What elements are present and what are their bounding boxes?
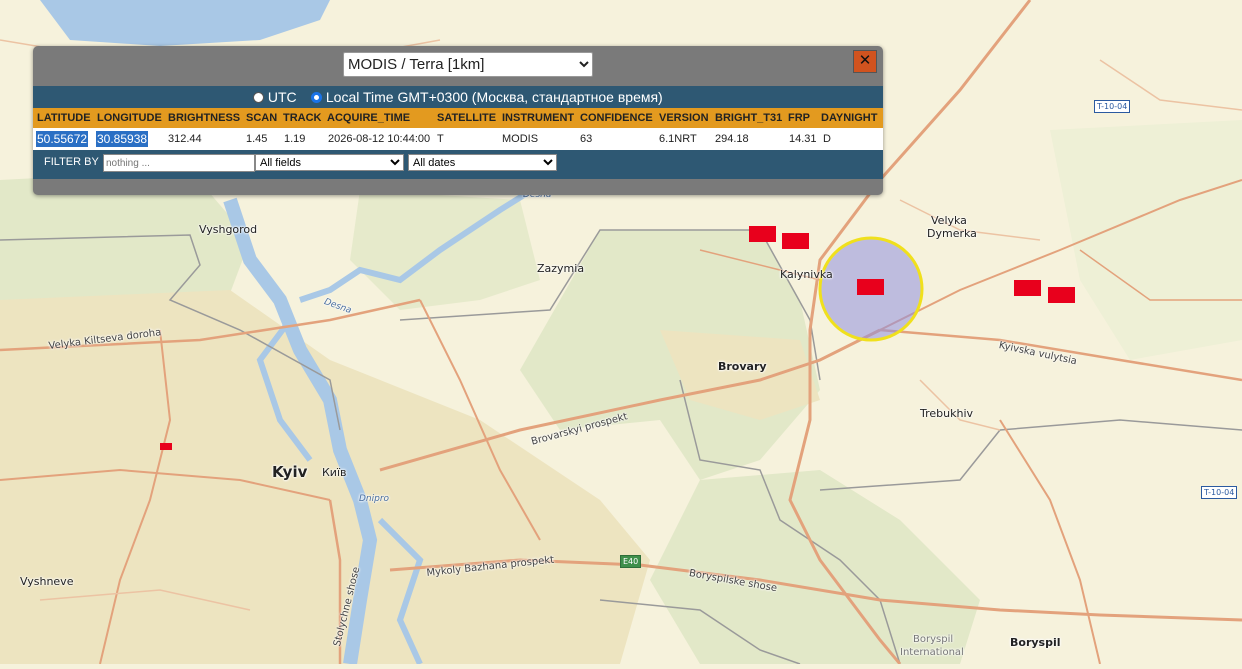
place-label-brovary: Brovary <box>718 360 767 373</box>
cell-satellite: T <box>437 133 444 145</box>
hotspot-marker[interactable] <box>1014 280 1041 296</box>
utc-label: UTC <box>267 89 297 105</box>
filter-bar: FILTER BY All fields All dates <box>33 150 883 179</box>
filter-label: FILTER BY <box>44 156 99 168</box>
radio-off-icon <box>253 92 264 103</box>
col-header[interactable]: LATITUDE <box>37 112 91 124</box>
cell-bright-t31: 294.18 <box>715 133 749 145</box>
utc-radio[interactable]: UTC <box>253 89 297 105</box>
hotspot-marker[interactable] <box>749 226 776 242</box>
col-header[interactable]: DAYNIGHT <box>821 112 877 124</box>
timezone-bar: UTC Local Time GMT+0300 (Москва, стандар… <box>33 86 883 108</box>
cell-frp: 14.31 <box>789 133 817 145</box>
place-label-vyshneve: Vyshneve <box>20 575 74 588</box>
place-label-kyiv: Kyiv <box>272 463 308 481</box>
fire-detection-popup: MODIS / Terra [1km] ✕ UTC Local Time GMT… <box>33 46 883 195</box>
filter-input[interactable] <box>103 154 255 172</box>
date-select[interactable]: All dates <box>408 154 557 171</box>
cell-longitude: 30.85938 <box>96 131 149 147</box>
cell-instrument: MODIS <box>502 133 539 145</box>
col-header[interactable]: VERSION <box>659 112 709 124</box>
col-header[interactable]: INSTRUMENT <box>502 112 574 124</box>
cell-version: 6.1NRT <box>659 133 697 145</box>
col-header[interactable]: LONGITUDE <box>97 112 162 124</box>
place-label-trebukhiv: Trebukhiv <box>920 407 974 420</box>
local-time-radio[interactable]: Local Time GMT+0300 (Москва, стандартное… <box>311 89 663 105</box>
place-label-kalynivka: Kalynivka <box>780 268 833 281</box>
col-header[interactable]: CONFIDENCE <box>580 112 653 124</box>
close-button[interactable]: ✕ <box>853 50 877 73</box>
cell-scan: 1.45 <box>246 133 268 145</box>
satellite-select[interactable]: MODIS / Terra [1km] <box>343 52 593 77</box>
cell-daynight: D <box>823 133 831 145</box>
cell-confidence: 63 <box>580 133 593 145</box>
col-header[interactable]: FRP <box>788 112 810 124</box>
place-label-airport: Boryspil <box>913 634 954 645</box>
place-label-velyka: Velyka <box>931 214 967 227</box>
cell-acquire-time: 2026-08-12 10:44:00 <box>328 133 431 145</box>
hotspot-marker[interactable] <box>782 233 809 249</box>
hotspot-marker-selected[interactable] <box>857 279 884 295</box>
radio-on-icon <box>311 92 322 103</box>
field-select[interactable]: All fields <box>255 154 404 171</box>
hotspot-marker[interactable] <box>1048 287 1075 303</box>
col-header[interactable]: ACQUIRE_TIME <box>327 112 410 124</box>
col-header[interactable]: SATELLITE <box>437 112 496 124</box>
place-label-zazymia: Zazymia <box>537 262 585 275</box>
place-label-kyiv-local: Київ <box>322 466 347 479</box>
cell-brightness: 312.44 <box>168 133 202 145</box>
table-header: LATITUDE LONGITUDE BRIGHTNESS SCAN TRACK… <box>33 108 883 128</box>
place-label-vyshgorod: Vyshgorod <box>199 223 258 236</box>
col-header[interactable]: BRIGHTNESS <box>168 112 240 124</box>
hotspot-marker[interactable] <box>160 443 172 450</box>
road-shield-e40: E40 <box>620 555 642 568</box>
place-label-airport: International <box>900 647 964 658</box>
cell-latitude: 50.55672 <box>36 131 89 147</box>
col-header[interactable]: BRIGHT_T31 <box>715 112 782 124</box>
local-time-label: Local Time GMT+0300 (Москва, стандартное… <box>325 89 663 105</box>
col-header[interactable]: SCAN <box>246 112 277 124</box>
road-shield: T-10-04 <box>1094 100 1131 113</box>
place-label-dymerka: Dymerka <box>927 227 977 240</box>
place-label-boryspil: Boryspil <box>1010 636 1061 649</box>
road-shield: T-10-04 <box>1201 486 1238 499</box>
cell-track: 1.19 <box>284 133 306 145</box>
water-label-dnipro: Dnipro <box>359 494 390 504</box>
table-row[interactable]: 50.55672 30.85938 312.44 1.45 1.19 2026-… <box>33 128 883 150</box>
col-header[interactable]: TRACK <box>283 112 322 124</box>
